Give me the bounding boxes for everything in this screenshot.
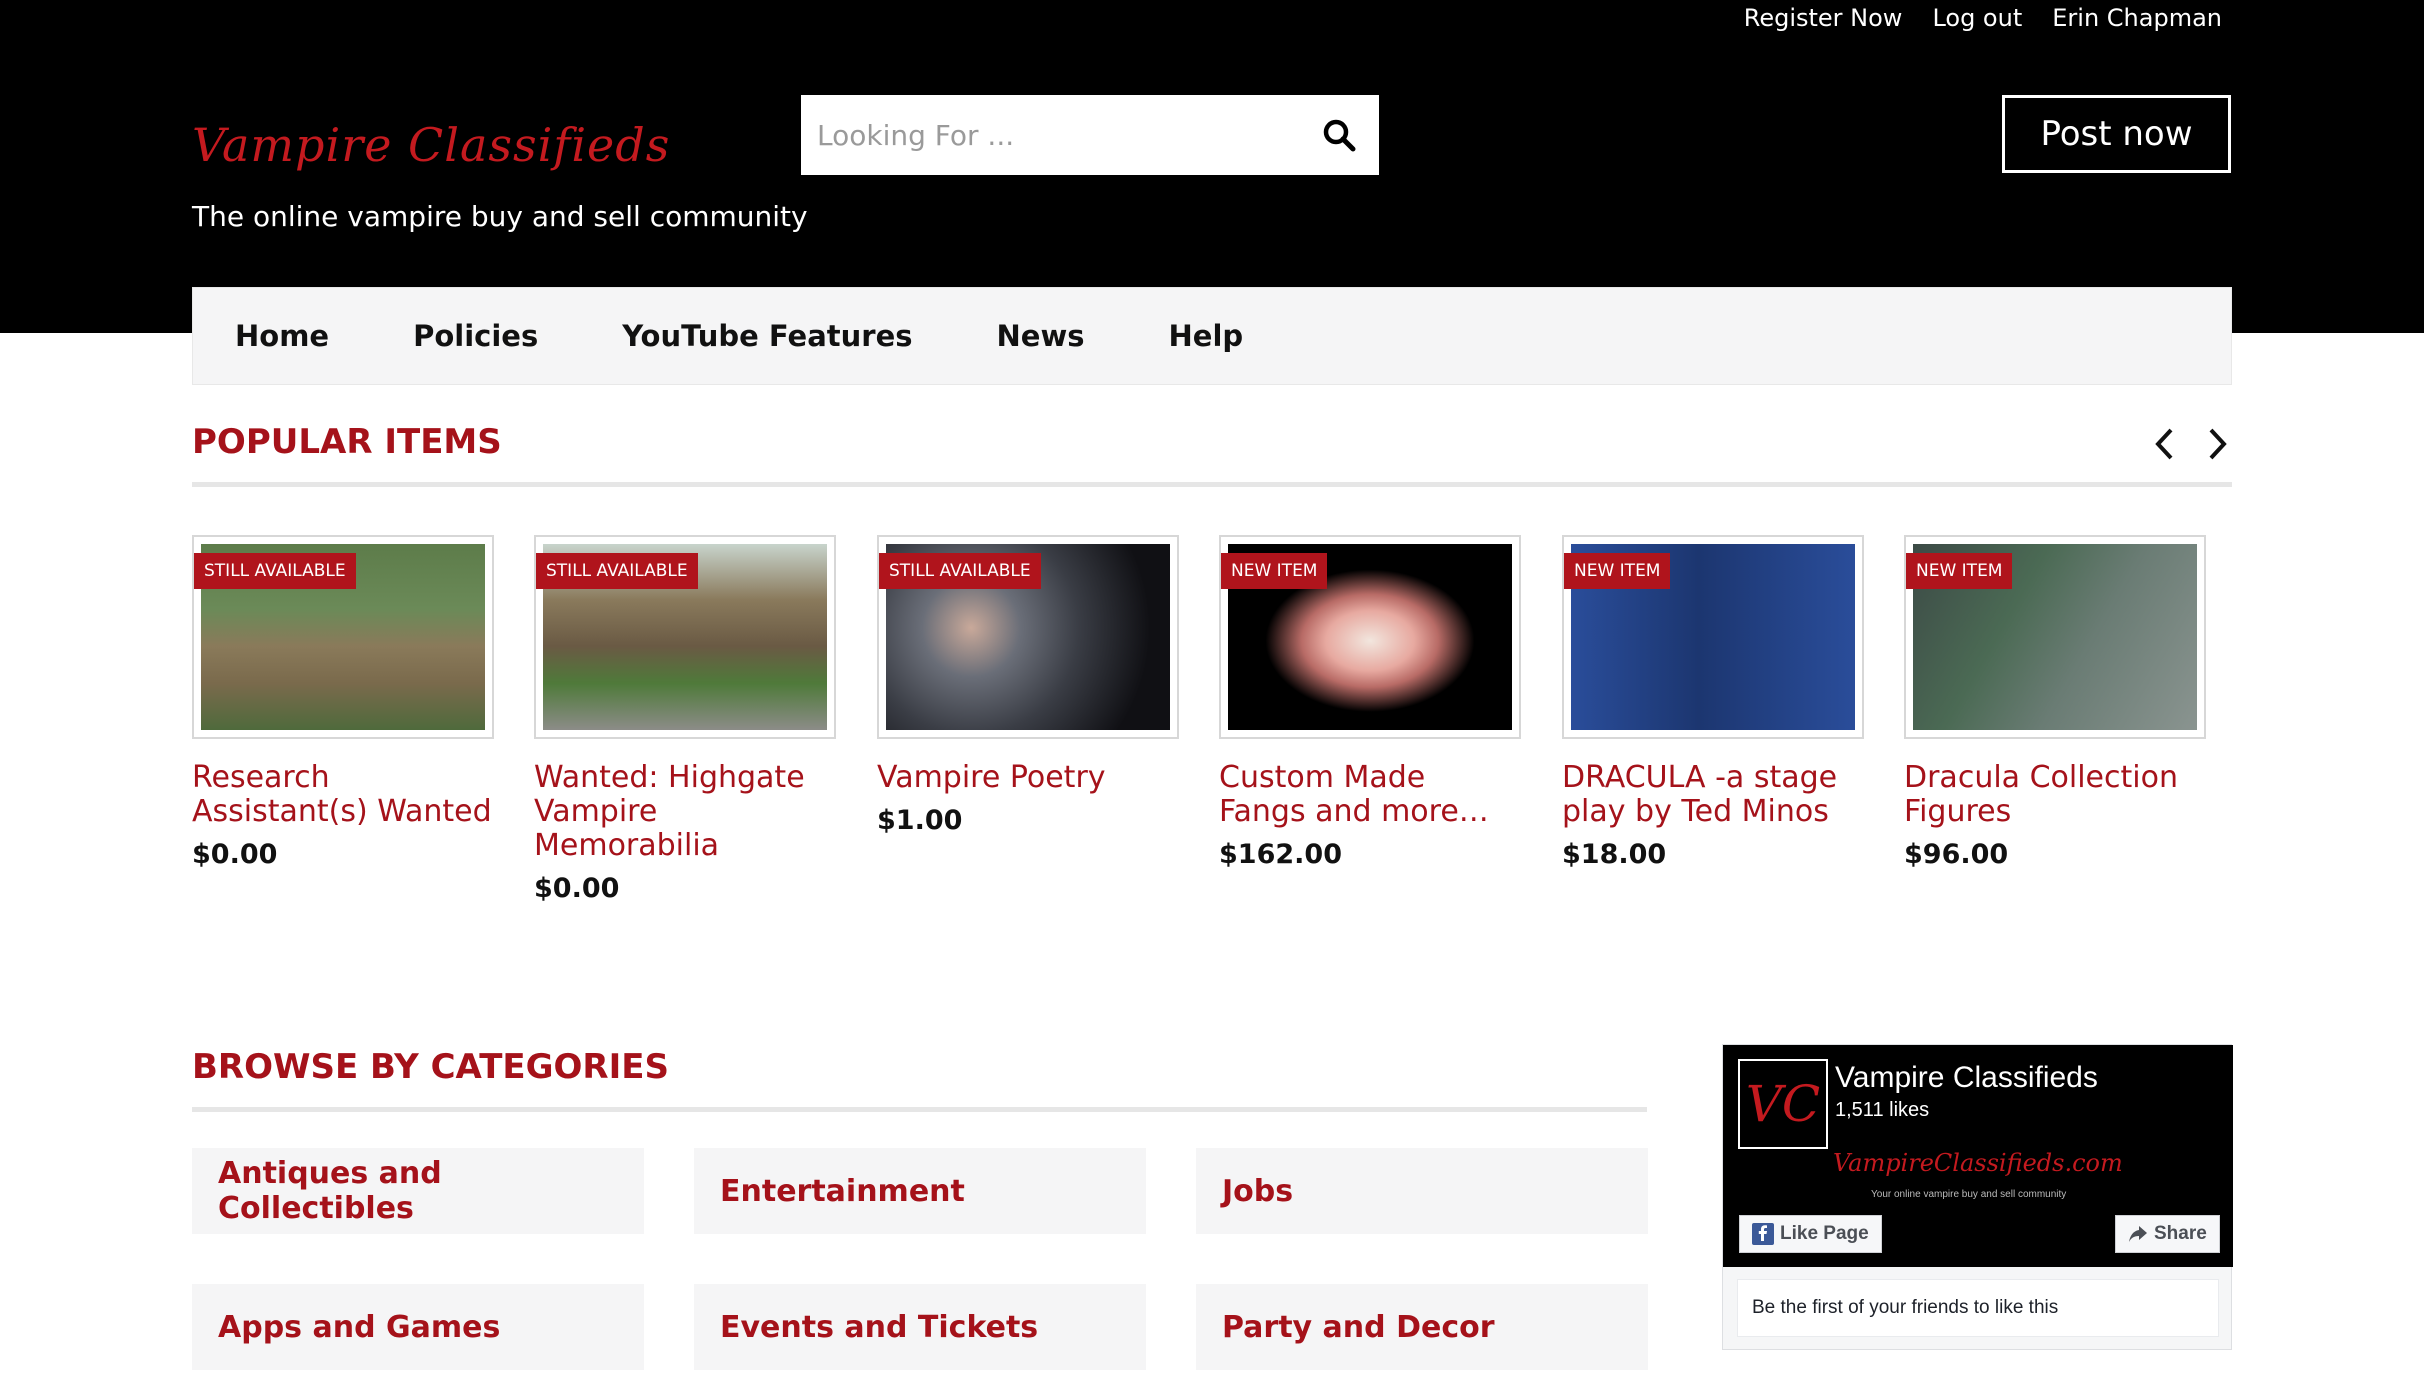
category-party-and-decor[interactable]: Party and Decor	[1196, 1284, 1648, 1370]
facebook-likes-count: 1,511 likes	[1835, 1099, 1930, 1121]
banner-subtitle: Your online vampire buy and sell communi…	[1871, 1189, 2067, 1200]
product-image[interactable]: NEW ITEM	[1904, 535, 2206, 739]
product-card[interactable]: STILL AVAILABLE Wanted: Highgate Vampire…	[534, 535, 836, 904]
facebook-page-widget: VC Vampire Classifieds 1,511 likes Vampi…	[1722, 1044, 2233, 1350]
search-icon[interactable]	[1299, 95, 1379, 175]
product-image[interactable]: STILL AVAILABLE	[534, 535, 836, 739]
category-events-and-tickets[interactable]: Events and Tickets	[694, 1284, 1146, 1370]
product-price: $18.00	[1562, 839, 1667, 870]
product-price: $0.00	[192, 839, 278, 870]
facebook-page-name[interactable]: Vampire Classifieds	[1835, 1061, 2098, 1095]
share-arrow-icon	[2129, 1226, 2147, 1242]
category-jobs[interactable]: Jobs	[1196, 1148, 1648, 1234]
status-badge: NEW ITEM	[1906, 553, 2013, 589]
category-apps-and-games[interactable]: Apps and Games	[192, 1284, 644, 1370]
share-button[interactable]: Share	[2115, 1215, 2220, 1253]
product-card[interactable]: STILL AVAILABLE Research Assistant(s) Wa…	[192, 535, 494, 870]
product-image[interactable]: STILL AVAILABLE	[877, 535, 1179, 739]
product-image[interactable]: NEW ITEM	[1562, 535, 1864, 739]
search-input[interactable]	[801, 95, 1299, 175]
product-card[interactable]: STILL AVAILABLE Vampire Poetry $1.00	[877, 535, 1179, 836]
product-card[interactable]: NEW ITEM Custom Made Fangs and more… $16…	[1219, 535, 1521, 870]
facebook-f-icon	[1752, 1223, 1774, 1245]
popular-divider	[192, 482, 2232, 487]
like-page-label: Like Page	[1780, 1223, 1869, 1244]
category-entertainment[interactable]: Entertainment	[694, 1148, 1146, 1234]
like-page-button[interactable]: Like Page	[1739, 1215, 1882, 1253]
product-title[interactable]: DRACULA -a stage play by Ted Minos	[1562, 761, 1864, 829]
categories-divider	[192, 1107, 1647, 1112]
search-bar	[801, 95, 1379, 175]
user-name-link[interactable]: Erin Chapman	[2052, 4, 2222, 32]
chevron-right-icon[interactable]	[2202, 425, 2232, 467]
product-image[interactable]: STILL AVAILABLE	[192, 535, 494, 739]
product-price: $0.00	[534, 873, 620, 904]
facebook-cover[interactable]: VC Vampire Classifieds 1,511 likes Vampi…	[1723, 1045, 2233, 1267]
product-title[interactable]: Research Assistant(s) Wanted	[192, 761, 494, 829]
nav-item-help[interactable]: Help	[1169, 319, 1244, 353]
logout-link[interactable]: Log out	[1932, 4, 2022, 32]
category-antiques-and-collectibles[interactable]: Antiques and Collectibles	[192, 1148, 644, 1234]
product-title[interactable]: Wanted: Highgate Vampire Memorabilia	[534, 761, 836, 863]
product-card[interactable]: NEW ITEM DRACULA -a stage play by Ted Mi…	[1562, 535, 1864, 870]
main-nav: Home Policies YouTube Features News Help	[192, 287, 2232, 385]
status-badge: NEW ITEM	[1221, 553, 1328, 589]
status-badge: STILL AVAILABLE	[194, 553, 356, 589]
carousel-controls	[2150, 425, 2232, 467]
categories-heading: BROWSE BY CATEGORIES	[192, 1047, 669, 1087]
nav-item-home[interactable]: Home	[235, 319, 329, 353]
status-badge: STILL AVAILABLE	[879, 553, 1041, 589]
product-card[interactable]: NEW ITEM Dracula Collection Figures $96.…	[1904, 535, 2206, 870]
register-link[interactable]: Register Now	[1744, 4, 1903, 32]
nav-item-policies[interactable]: Policies	[413, 319, 538, 353]
top-links: Register Now Log out Erin Chapman	[1744, 4, 2222, 32]
vc-logo-mark: VC	[1746, 1075, 1820, 1133]
nav-item-news[interactable]: News	[997, 319, 1085, 353]
share-label: Share	[2154, 1223, 2207, 1244]
post-now-button[interactable]: Post now	[2002, 95, 2231, 173]
product-image[interactable]: NEW ITEM	[1219, 535, 1521, 739]
status-badge: STILL AVAILABLE	[536, 553, 698, 589]
product-price: $96.00	[1904, 839, 2009, 870]
friends-like-text: Be the first of your friends to like thi…	[1737, 1279, 2219, 1337]
popular-items-heading: POPULAR ITEMS	[192, 422, 502, 462]
product-price: $162.00	[1219, 839, 1342, 870]
product-title[interactable]: Custom Made Fangs and more…	[1219, 761, 1521, 829]
nav-item-youtube-features[interactable]: YouTube Features	[622, 319, 912, 353]
chevron-left-icon[interactable]	[2150, 425, 2180, 467]
page-avatar[interactable]: VC	[1738, 1059, 1828, 1149]
banner-url: VampireClassifieds.com	[1833, 1149, 2123, 1177]
product-title[interactable]: Vampire Poetry	[877, 761, 1179, 795]
site-tagline: The online vampire buy and sell communit…	[192, 200, 808, 233]
product-price: $1.00	[877, 805, 963, 836]
site-logo[interactable]: Vampire Classifieds	[192, 118, 670, 172]
product-title[interactable]: Dracula Collection Figures	[1904, 761, 2206, 829]
status-badge: NEW ITEM	[1564, 553, 1671, 589]
